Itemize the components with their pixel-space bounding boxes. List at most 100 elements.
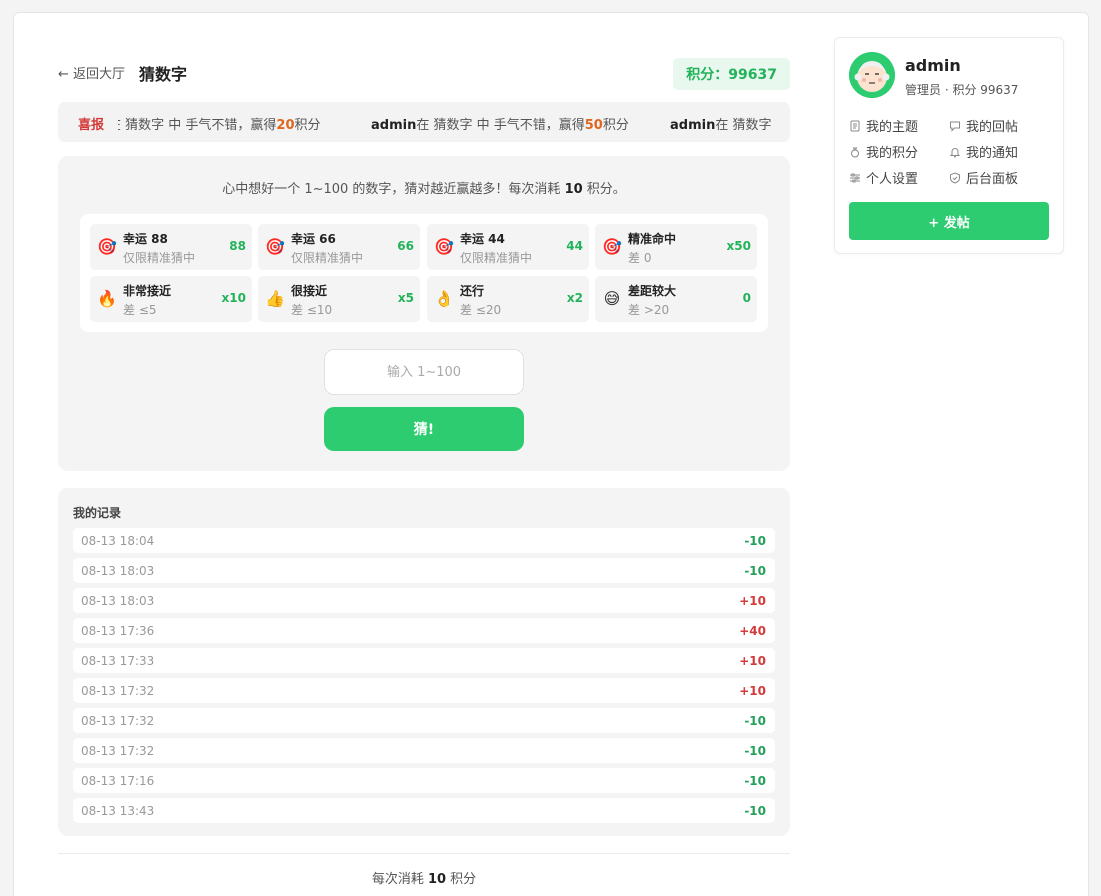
score-badge: 积分：99637 xyxy=(673,58,790,90)
ok-hand-icon: 👌 xyxy=(434,289,454,308)
menu-my-replies[interactable]: 我的回帖 xyxy=(949,116,1019,135)
money-bag-icon xyxy=(851,147,859,158)
footer-text: 每次消耗 xyxy=(371,872,428,887)
record-time: 08-13 18:03 xyxy=(81,594,155,608)
ticker-tag: 喜报 xyxy=(78,118,105,133)
ticker-text: 在 猜数字 中 手气不错，赢得 xyxy=(118,118,277,133)
announcement-ticker: 喜报 在 猜数字 中 手气不错，赢得20积分 admin在 猜数字 中 手气不错… xyxy=(58,102,790,142)
ticker-points: 50 xyxy=(584,118,603,133)
record-time: 08-13 17:16 xyxy=(81,774,155,788)
bell-icon xyxy=(949,148,961,158)
intro-text-end: 积分。 xyxy=(582,182,626,197)
new-post-button[interactable]: + 发帖 xyxy=(849,202,1049,240)
menu-label: 我的回帖 xyxy=(966,120,1019,135)
avatar-face-icon xyxy=(849,52,895,98)
odds-multiplier: x10 xyxy=(221,291,246,305)
record-time: 08-13 13:43 xyxy=(81,804,155,818)
record-time: 08-13 17:32 xyxy=(81,714,155,728)
ticker-track: 在 猜数字 中 手气不错，赢得20积分 admin在 猜数字 中 手气不错，赢得… xyxy=(118,114,775,134)
page-title: 猜数字 xyxy=(139,65,188,84)
ticker-suffix: 积分 xyxy=(294,118,321,133)
record-time: 08-13 18:04 xyxy=(81,534,155,548)
odds-condition: 差 ≤5 xyxy=(123,303,157,317)
menu-my-topics[interactable]: 我的主题 xyxy=(849,116,918,135)
record-delta: +10 xyxy=(739,684,766,698)
game-intro: 心中想好一个 1~100 的数字，猜对越近赢越多！每次消耗 10 积分。 xyxy=(58,178,790,197)
username: admin xyxy=(905,56,961,75)
odds-multiplier: 66 xyxy=(397,239,414,253)
record-delta: +10 xyxy=(739,654,766,668)
odds-multiplier: 44 xyxy=(566,239,583,253)
records-title: 我的记录 xyxy=(73,506,122,520)
record-delta: -10 xyxy=(744,774,766,788)
menu-settings[interactable]: 个人设置 xyxy=(849,168,919,187)
record-delta: -10 xyxy=(744,714,766,728)
footer-cost-note: 每次消耗 10 积分 xyxy=(58,868,790,887)
record-row: 08-13 17:32 -10 xyxy=(73,708,775,733)
record-row: 08-13 13:43 -10 xyxy=(73,798,775,823)
odds-card-lucky-66: 🎯 幸运 66 仅限精准猜中 66 xyxy=(258,224,420,270)
ticker-user: admin xyxy=(670,118,716,133)
menu-admin-panel[interactable]: 后台面板 xyxy=(949,168,1019,187)
fire-icon: 🔥 xyxy=(97,289,117,308)
target-icon: 🎯 xyxy=(602,237,622,256)
odds-multiplier: 0 xyxy=(742,291,751,305)
header: ← 返回大厅 猜数字 积分：99637 xyxy=(58,58,790,90)
ticker-text: 在 猜数字 中 手气不错，赢得 xyxy=(416,118,585,133)
record-delta: -10 xyxy=(744,534,766,548)
record-row: 08-13 18:03 +10 xyxy=(73,588,775,613)
guess-number-input[interactable] xyxy=(324,349,524,395)
record-row: 08-13 18:04 -10 xyxy=(73,528,775,553)
intro-cost: 10 xyxy=(564,182,583,197)
odds-multiplier: x5 xyxy=(397,291,414,305)
guess-button[interactable]: 猜! xyxy=(324,407,524,451)
odds-title: 差距较大 xyxy=(628,284,677,298)
odds-card-lucky-88: 🎯 幸运 88 仅限精准猜中 88 xyxy=(90,224,252,270)
odds-card-ok: 👌 还行 差 ≤20 x2 xyxy=(427,276,589,322)
record-time: 08-13 17:32 xyxy=(81,684,155,698)
user-card: admin 管理员 · 积分 99637 我的主题 我的回帖 我的积分 我的通知… xyxy=(834,37,1064,254)
odds-condition: 仅限精准猜中 xyxy=(460,251,533,265)
game-panel: 心中想好一个 1~100 的数字，猜对越近赢越多！每次消耗 10 积分。 🎯 幸… xyxy=(58,156,790,471)
record-time: 08-13 17:36 xyxy=(81,624,155,638)
odds-title: 幸运 66 xyxy=(291,232,336,246)
record-row: 08-13 18:03 -10 xyxy=(73,558,775,583)
avatar[interactable] xyxy=(849,52,895,98)
odds-condition: 仅限精准猜中 xyxy=(123,251,196,265)
odds-condition: 差 >20 xyxy=(628,303,670,317)
record-time: 08-13 18:03 xyxy=(81,564,155,578)
sweat-smile-icon: 😅 xyxy=(603,289,621,308)
thumbs-up-icon: 👍 xyxy=(265,289,285,308)
record-row: 08-13 17:32 -10 xyxy=(73,738,775,763)
sliders-icon xyxy=(850,173,860,183)
ticker-text: 在 猜数字 中 xyxy=(715,118,775,133)
odds-title: 还行 xyxy=(460,284,485,298)
menu-label: 个人设置 xyxy=(866,172,919,187)
odds-multiplier: x50 xyxy=(726,239,751,253)
ticker-item: 在 猜数字 中 手气不错，赢得20积分 xyxy=(118,114,321,133)
document-icon xyxy=(850,120,860,132)
odds-table: 🎯 幸运 88 仅限精准猜中 88 🎯 幸运 66 仅限精准猜中 66 🎯 幸运… xyxy=(80,214,768,332)
menu-my-points[interactable]: 我的积分 xyxy=(849,142,918,161)
menu-label: 后台面板 xyxy=(966,172,1019,187)
footer-cost: 10 xyxy=(427,872,447,887)
footer-divider xyxy=(58,853,790,854)
odds-condition: 差 0 xyxy=(628,251,652,265)
record-row: 08-13 17:33 +10 xyxy=(73,648,775,673)
ticker-item: admin在 猜数字 中 手气不错，赢得50积分 xyxy=(371,114,629,133)
shield-icon xyxy=(950,172,960,184)
ticker-user: admin xyxy=(371,118,417,133)
menu-my-notifications[interactable]: 我的通知 xyxy=(949,142,1018,161)
odds-title: 非常接近 xyxy=(123,284,172,298)
odds-title: 很接近 xyxy=(291,284,328,298)
record-row: 08-13 17:16 -10 xyxy=(73,768,775,793)
ticker-item: admin在 猜数字 中 xyxy=(670,114,775,133)
odds-title: 幸运 44 xyxy=(460,232,505,246)
ticker-suffix: 积分 xyxy=(602,118,629,133)
back-to-lobby-link[interactable]: ← 返回大厅 xyxy=(58,63,125,82)
record-time: 08-13 17:33 xyxy=(81,654,155,668)
target-icon: 🎯 xyxy=(265,237,285,256)
odds-card-very-close: 🔥 非常接近 差 ≤5 x10 xyxy=(90,276,252,322)
odds-condition: 差 ≤10 xyxy=(291,303,333,317)
odds-condition: 差 ≤20 xyxy=(460,303,502,317)
